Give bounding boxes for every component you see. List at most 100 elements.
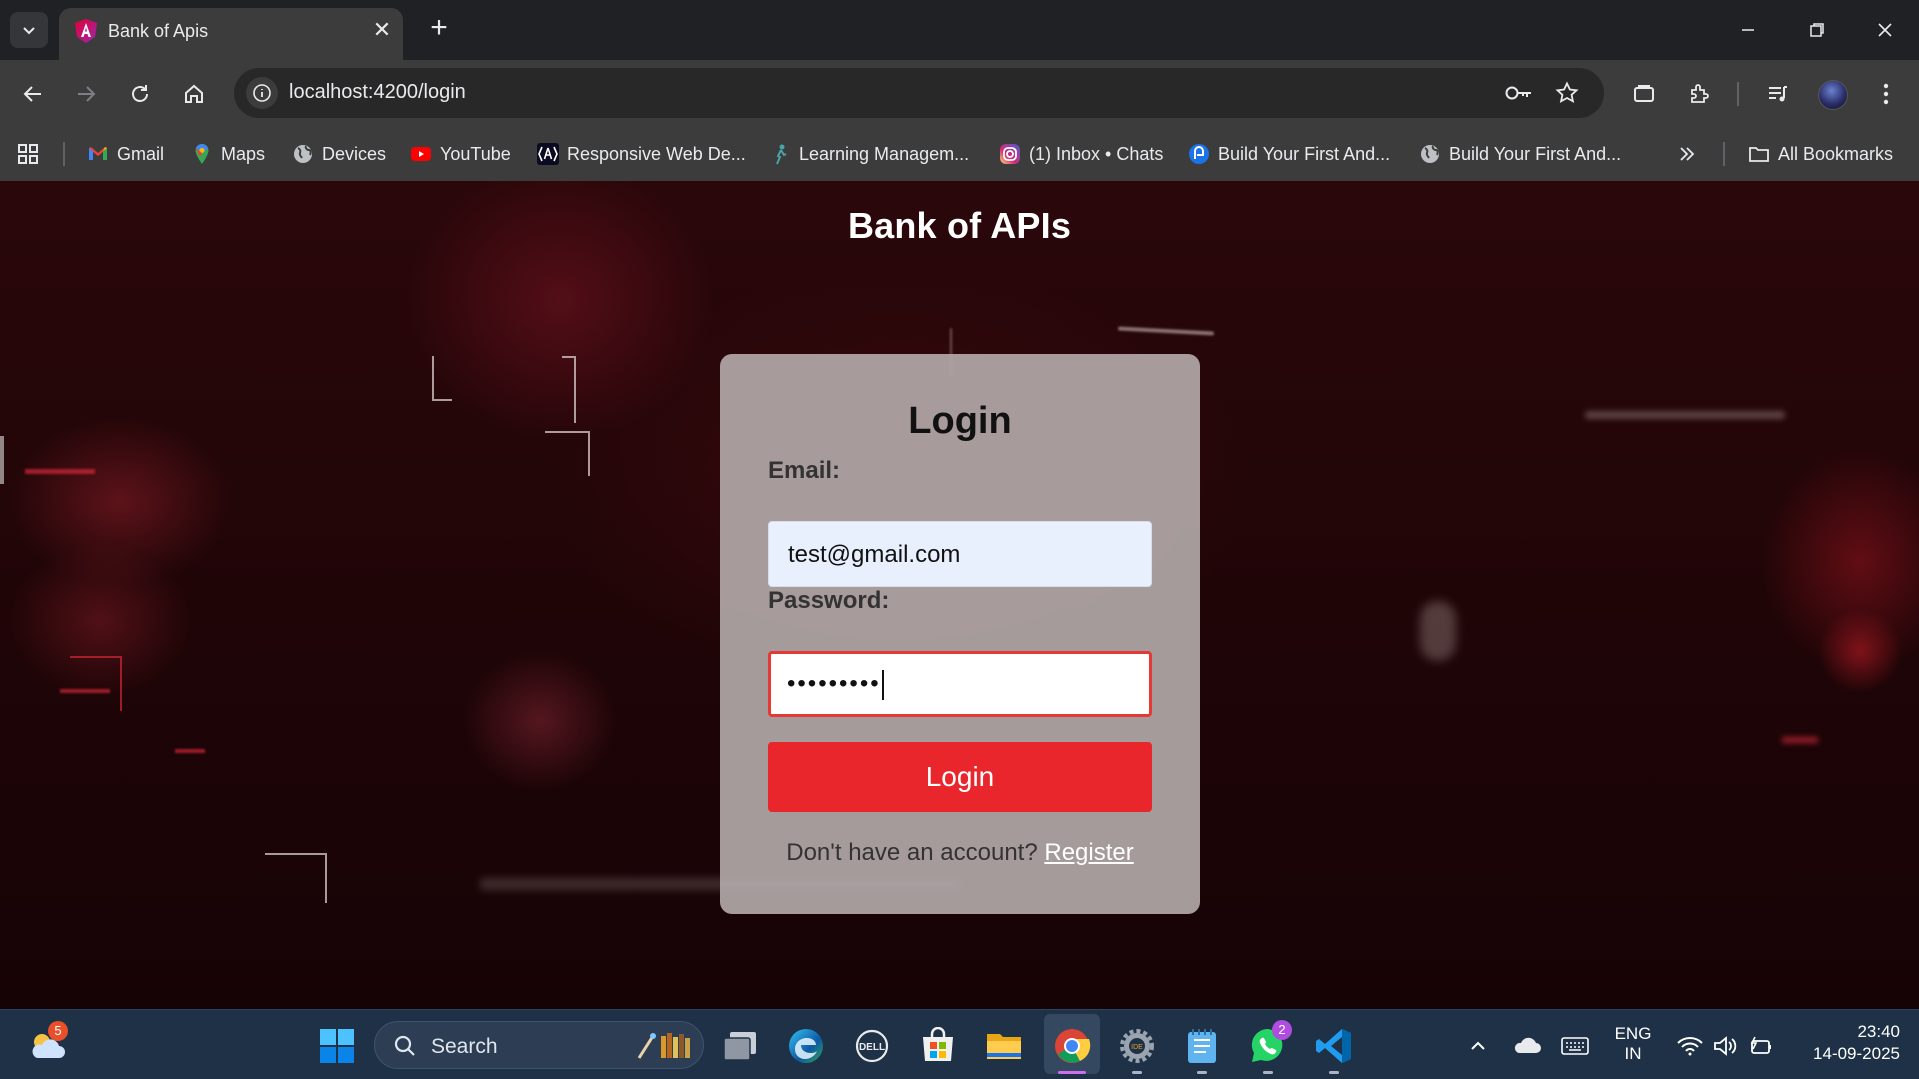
- show-hidden-icons-button[interactable]: [1456, 1024, 1500, 1068]
- close-tab-icon[interactable]: ✕: [370, 18, 394, 42]
- home-icon: [185, 84, 203, 103]
- cast-icon: [1634, 85, 1654, 102]
- edge-button[interactable]: [784, 1024, 828, 1068]
- task-view-icon: [723, 1032, 756, 1061]
- login-button[interactable]: Login: [768, 742, 1152, 812]
- bookmark-star-button[interactable]: [1552, 78, 1582, 108]
- queue-music-icon: [1769, 86, 1787, 102]
- notepad-icon: [1188, 1029, 1216, 1063]
- search-icon: [394, 1035, 415, 1056]
- volume-icon: [1714, 1036, 1737, 1056]
- bookmark-maps[interactable]: Maps: [191, 140, 265, 168]
- bookmark-build-first-android-2[interactable]: Build Your First And...: [1419, 140, 1621, 168]
- more-vertical-icon: [1883, 83, 1889, 105]
- clock-date: 14-09-2025: [1813, 1044, 1900, 1063]
- wifi-status[interactable]: [1670, 1024, 1710, 1068]
- profile-avatar[interactable]: [1818, 80, 1848, 110]
- volume-status[interactable]: [1706, 1024, 1746, 1068]
- chrome-menu-button[interactable]: [1868, 76, 1904, 112]
- bookmark-label: Build Your First And...: [1218, 143, 1391, 164]
- password-field[interactable]: •••••••••: [768, 651, 1152, 717]
- register-prompt: Don't have an account?: [786, 839, 1038, 866]
- bookmark-learning-management[interactable]: Learning Managem...: [769, 140, 969, 168]
- password-key-button[interactable]: [1504, 78, 1534, 108]
- start-button[interactable]: [315, 1024, 359, 1068]
- task-view-button[interactable]: [718, 1024, 762, 1068]
- bookmark-responsive-web[interactable]: Responsive Web De...: [537, 140, 746, 168]
- clock[interactable]: 23:40 14-09-2025: [1790, 1022, 1900, 1064]
- more-bookmarks-button[interactable]: [1678, 140, 1696, 168]
- bookmark-youtube[interactable]: YouTube: [410, 140, 511, 168]
- email-label: Email:: [768, 457, 841, 484]
- settings-app-button[interactable]: IDE: [1115, 1024, 1159, 1068]
- folder-icon: [987, 1034, 1021, 1059]
- touch-keyboard-button[interactable]: [1553, 1024, 1597, 1068]
- bookmarks-bar: Gmail Maps Devices YouTube Responsive We…: [0, 128, 1919, 180]
- search-label: Search: [431, 1035, 498, 1058]
- password-mask: •••••••••: [787, 670, 881, 697]
- windows-taskbar: 5 Search DELL IDE 2 ENG IN 23:40 14-09-2…: [0, 1009, 1919, 1079]
- arrow-left-icon: [23, 86, 41, 102]
- tab-bank-of-apis[interactable]: Bank of Apis ✕: [59, 8, 403, 60]
- battery-status[interactable]: [1742, 1024, 1782, 1068]
- file-explorer-button[interactable]: [982, 1024, 1026, 1068]
- home-button[interactable]: [176, 76, 212, 112]
- apps-button[interactable]: [17, 140, 39, 168]
- edge-icon: [789, 1029, 823, 1063]
- tab-title: Bank of Apis: [108, 21, 209, 41]
- reload-button[interactable]: [122, 76, 158, 112]
- notepad-button[interactable]: [1180, 1024, 1224, 1068]
- bookmark-gmail[interactable]: Gmail: [87, 140, 164, 168]
- chrome-button[interactable]: [1050, 1024, 1094, 1068]
- url-text[interactable]: localhost:4200/login: [289, 81, 466, 104]
- close-icon: [1878, 23, 1892, 37]
- globe-icon: [1421, 145, 1439, 163]
- page-viewport: Bank of APIs Login Email: test@gmail.com…: [0, 181, 1919, 1009]
- register-link[interactable]: Register: [1044, 839, 1133, 866]
- chevron-up-icon: [1471, 1041, 1485, 1050]
- store-icon: [923, 1027, 953, 1061]
- key-icon: [1505, 86, 1531, 100]
- dell-button[interactable]: DELL: [850, 1024, 894, 1068]
- close-window-button[interactable]: [1865, 12, 1905, 48]
- globe-icon: [294, 145, 312, 163]
- extensions-button[interactable]: [1682, 76, 1718, 112]
- tab-strip: Bank of Apis ✕ +: [0, 0, 1919, 60]
- restore-button[interactable]: [1797, 12, 1837, 48]
- taskbar-search[interactable]: Search: [374, 1021, 704, 1069]
- tab-search-button[interactable]: [10, 12, 48, 48]
- new-tab-button[interactable]: +: [424, 13, 454, 44]
- bookmark-instagram-inbox[interactable]: (1) Inbox • Chats: [999, 140, 1163, 168]
- bookmark-build-first-android-1[interactable]: Build Your First And...: [1188, 140, 1390, 168]
- star-icon: [1555, 81, 1579, 104]
- all-bookmarks-button[interactable]: All Bookmarks: [1748, 140, 1893, 168]
- dell-icon: DELL: [855, 1029, 889, 1063]
- language-indicator[interactable]: ENG IN: [1608, 1024, 1658, 1064]
- region-code: IN: [1624, 1044, 1642, 1063]
- forward-button[interactable]: [68, 76, 104, 112]
- arrow-right-icon: [78, 86, 96, 102]
- all-bookmarks-label: All Bookmarks: [1778, 143, 1894, 164]
- whatsapp-badge: 2: [1272, 1020, 1292, 1040]
- windows-logo-icon: [320, 1029, 354, 1063]
- puzzle-icon: [1691, 84, 1709, 103]
- folder-icon: [1749, 147, 1769, 162]
- address-bar[interactable]: localhost:4200/login: [234, 68, 1604, 118]
- login-card: Login Email: test@gmail.com Password: ••…: [720, 354, 1200, 914]
- site-info-button[interactable]: [246, 77, 278, 109]
- microsoft-store-button[interactable]: [916, 1024, 960, 1068]
- angular-icon: [537, 143, 559, 165]
- onedrive-button[interactable]: [1505, 1024, 1549, 1068]
- back-button[interactable]: [15, 76, 51, 112]
- minimize-button[interactable]: [1728, 12, 1768, 48]
- bookmark-label: Devices: [322, 143, 387, 164]
- media-control-button[interactable]: [1760, 76, 1796, 112]
- app-title: Bank of APIs: [847, 205, 1072, 246]
- angular-favicon-icon: [75, 19, 97, 43]
- email-field[interactable]: test@gmail.com: [768, 521, 1152, 587]
- bookmark-devices[interactable]: Devices: [292, 140, 386, 168]
- apps-grid-icon: [18, 144, 38, 164]
- cast-button[interactable]: [1626, 76, 1662, 112]
- vscode-button[interactable]: [1312, 1024, 1356, 1068]
- gear-icon: IDE: [1120, 1029, 1154, 1063]
